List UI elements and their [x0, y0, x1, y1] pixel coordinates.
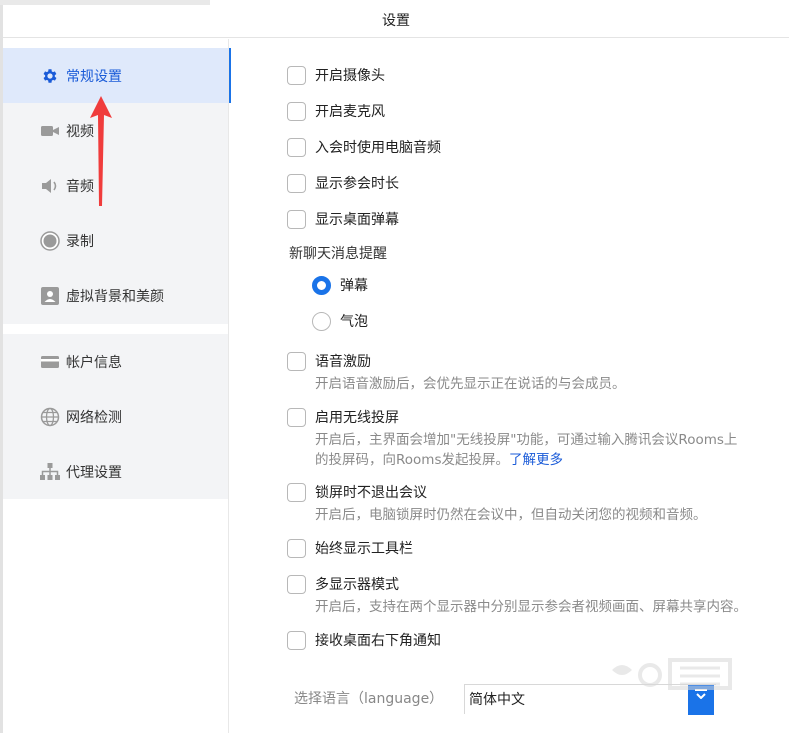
- sidebar-item-account[interactable]: 帐户信息: [3, 334, 228, 389]
- danmaku-radio[interactable]: [312, 275, 331, 295]
- sidebar-item-network[interactable]: 网络检测: [3, 389, 228, 444]
- sidebar-item-video[interactable]: 视频: [3, 103, 228, 158]
- wireless-cast-desc-text: 的投屏码，向Rooms发起投屏。: [315, 452, 509, 468]
- option-label: 显示桌面弹幕: [315, 212, 399, 228]
- option-lock-screen[interactable]: 锁屏时不退出会议: [287, 481, 427, 503]
- option-label: 入会时使用电脑音频: [315, 140, 441, 156]
- gear-icon: [40, 66, 60, 86]
- language-label: 选择语言（language）: [294, 691, 444, 707]
- voice-excite-checkbox[interactable]: [287, 351, 306, 371]
- option-desktop-danmaku[interactable]: 显示桌面弹幕: [287, 208, 399, 230]
- option-desktop-notify[interactable]: 接收桌面右下角通知: [287, 629, 441, 651]
- radio-label: 弹幕: [340, 278, 368, 294]
- bubble-radio[interactable]: [312, 311, 331, 331]
- portrait-icon: [40, 286, 60, 306]
- card-icon: [40, 352, 60, 372]
- option-camera[interactable]: 开启摄像头: [287, 64, 385, 86]
- wireless-cast-desc-line1: 开启后，主界面会增加"无线投屏"功能，可通过输入腾讯会议Rooms上: [315, 432, 738, 448]
- computer-audio-checkbox[interactable]: [287, 137, 306, 157]
- option-toolbar[interactable]: 始终显示工具栏: [287, 537, 413, 559]
- annotation-arrow-icon: [90, 96, 112, 206]
- option-multi-display[interactable]: 多显示器模式: [287, 573, 399, 595]
- sidebar-item-general[interactable]: 常规设置: [3, 48, 231, 103]
- wireless-cast-checkbox[interactable]: [287, 407, 306, 427]
- option-label: 始终显示工具栏: [315, 541, 413, 557]
- network-tree-icon: [40, 462, 60, 482]
- desktop-danmaku-checkbox[interactable]: [287, 209, 306, 229]
- sidebar-group-account: 帐户信息 网络检测 代理设置: [3, 334, 228, 499]
- sidebar-item-label: 代理设置: [66, 464, 122, 481]
- option-label: 启用无线投屏: [315, 410, 399, 426]
- video-camera-icon: [40, 121, 60, 141]
- lock-screen-desc: 开启后，电脑锁屏时仍然在会议中，但自动关闭您的视频和音频。: [315, 507, 707, 523]
- wireless-cast-desc-line2: 的投屏码，向Rooms发起投屏。了解更多: [315, 450, 563, 471]
- option-label: 开启麦克风: [315, 104, 385, 120]
- globe-icon: [40, 407, 60, 427]
- sidebar-item-record[interactable]: 录制: [3, 213, 228, 268]
- sidebar-item-label: 虚拟背景和美颜: [66, 288, 164, 305]
- record-icon: [40, 230, 60, 251]
- option-label: 锁屏时不退出会议: [315, 485, 427, 501]
- option-meeting-duration[interactable]: 显示参会时长: [287, 172, 399, 194]
- option-label: 语音激励: [315, 354, 371, 370]
- speaker-icon: [40, 176, 60, 196]
- sidebar-item-label: 网络检测: [66, 409, 122, 426]
- sidebar-item-virtual-bg[interactable]: 虚拟背景和美颜: [3, 268, 228, 323]
- content-divider: [228, 39, 229, 733]
- multi-display-desc: 开启后，支持在两个显示器中分别显示参会者视频画面、屏幕共享内容。: [315, 599, 747, 615]
- option-label: 显示参会时长: [315, 176, 399, 192]
- desktop-notify-checkbox[interactable]: [287, 630, 306, 650]
- sidebar-item-proxy[interactable]: 代理设置: [3, 444, 228, 499]
- sidebar-item-label: 常规设置: [66, 68, 122, 85]
- camera-checkbox[interactable]: [287, 65, 306, 85]
- option-wireless-cast[interactable]: 启用无线投屏: [287, 406, 399, 428]
- multi-display-checkbox[interactable]: [287, 574, 306, 594]
- learn-more-link[interactable]: 了解更多: [509, 452, 563, 468]
- lock-screen-checkbox[interactable]: [287, 482, 306, 502]
- meeting-duration-checkbox[interactable]: [287, 173, 306, 193]
- option-label: 开启摄像头: [315, 68, 385, 84]
- sidebar-group-main: 常规设置 视频 音频 录制 虚拟背景和美颜: [3, 48, 231, 324]
- option-voice-excite[interactable]: 语音激励: [287, 350, 371, 372]
- baidu-watermark-icon: [612, 658, 732, 690]
- radio-label: 气泡: [340, 314, 368, 330]
- sidebar-item-audio[interactable]: 音频: [3, 158, 228, 213]
- toolbar-checkbox[interactable]: [287, 538, 306, 558]
- option-microphone[interactable]: 开启麦克风: [287, 100, 385, 122]
- sidebar-item-label: 录制: [66, 233, 94, 250]
- sidebar-item-label: 帐户信息: [66, 354, 122, 371]
- radio-bubble[interactable]: 气泡: [312, 310, 368, 332]
- chat-notify-title: 新聊天消息提醒: [289, 246, 387, 262]
- radio-danmaku[interactable]: 弹幕: [312, 274, 368, 296]
- voice-excite-desc: 开启语音激励后，会优先显示正在说话的与会成员。: [315, 376, 626, 392]
- microphone-checkbox[interactable]: [287, 101, 306, 121]
- sidebar: 常规设置 视频 音频 录制 虚拟背景和美颜 帐户信息 网络检测 代理设置: [3, 39, 231, 733]
- option-label: 接收桌面右下角通知: [315, 633, 441, 649]
- option-computer-audio[interactable]: 入会时使用电脑音频: [287, 136, 441, 158]
- option-label: 多显示器模式: [315, 577, 399, 593]
- language-value: 简体中文: [469, 692, 525, 708]
- window-title: 设置: [3, 5, 789, 38]
